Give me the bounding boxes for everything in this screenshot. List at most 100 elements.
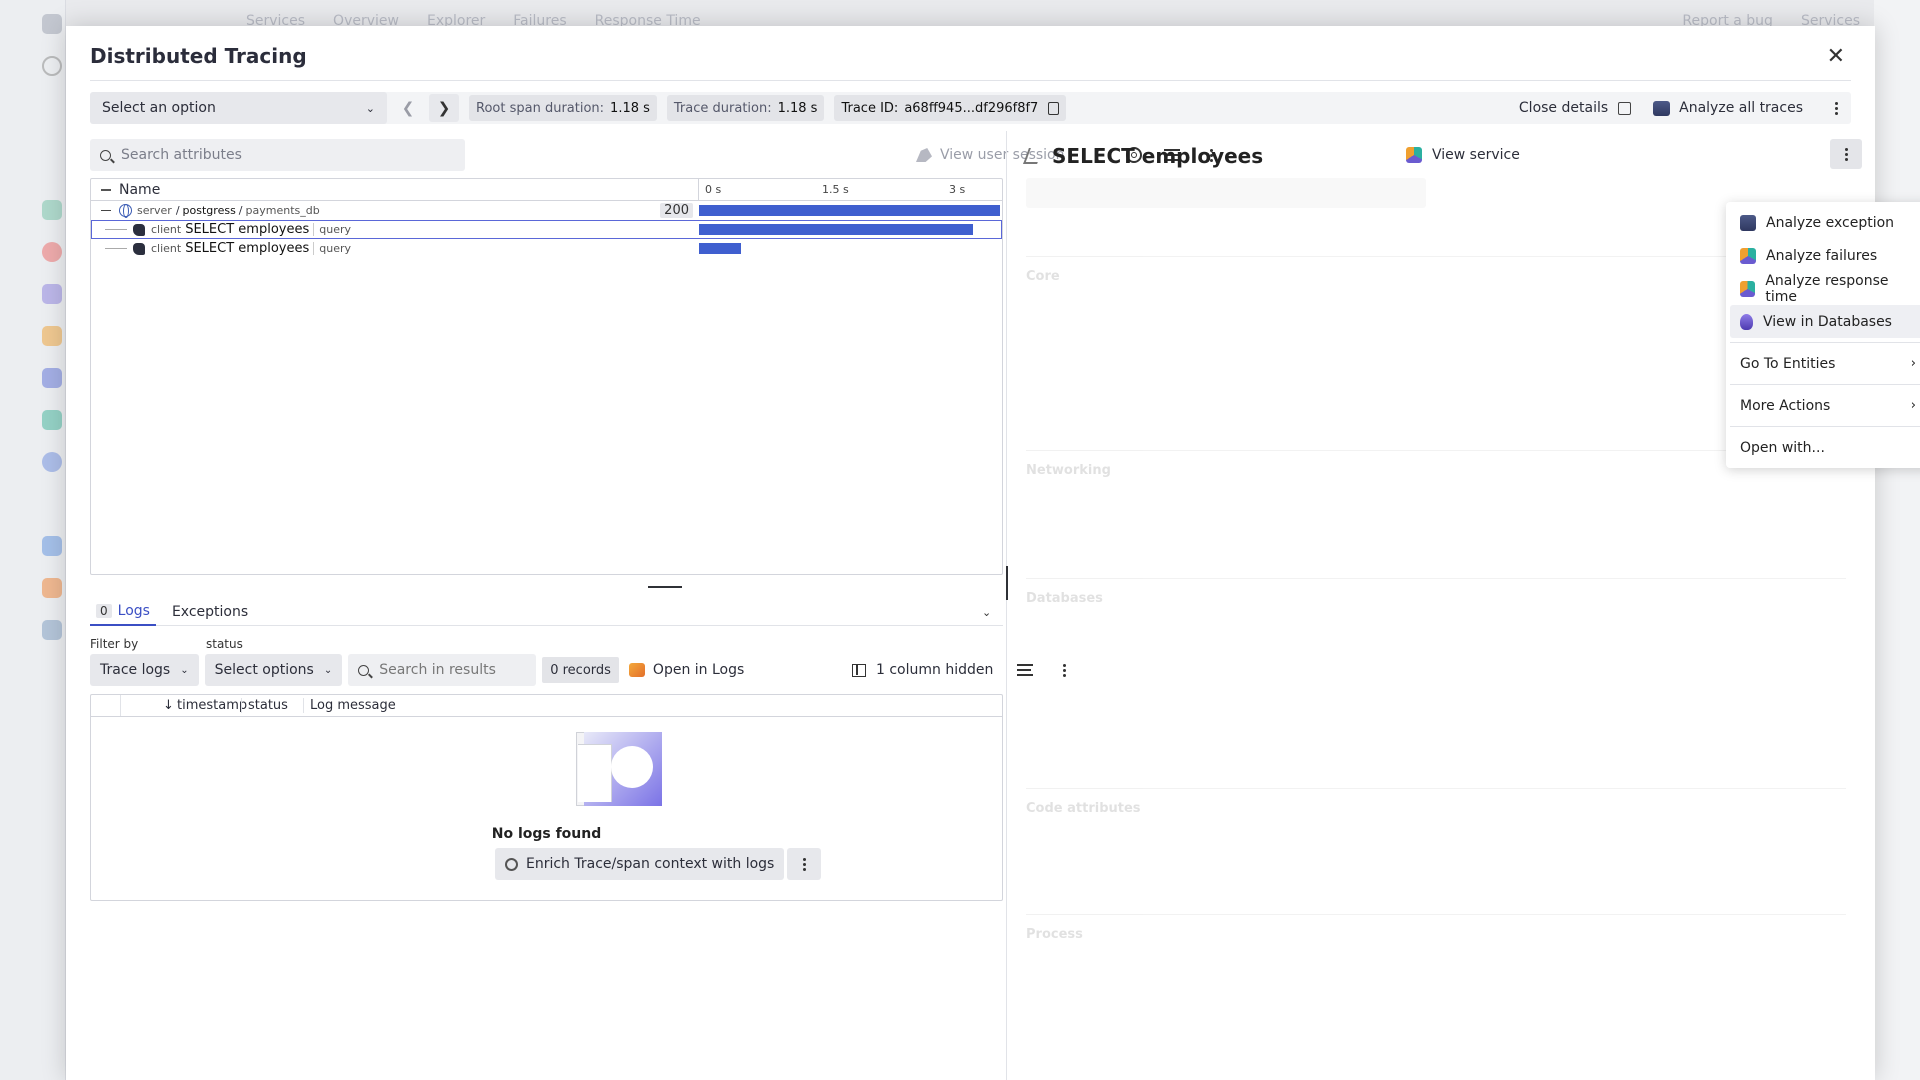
chevron-right-icon: ❯: [437, 99, 451, 117]
enrich-actions: Enrich Trace/span context with logs: [495, 848, 822, 880]
collapse-all-icon[interactable]: [101, 188, 111, 191]
columns-icon: [852, 663, 866, 677]
service-icon: [1740, 280, 1756, 297]
span-kind: server: [137, 204, 172, 217]
table-row[interactable]: client SELECT employees query: [91, 220, 1002, 239]
app-icon: [42, 452, 62, 472]
sort-icon[interactable]: ↓: [163, 698, 174, 713]
collapse-icon[interactable]: [101, 209, 111, 212]
chevron-down-icon: ⌄: [180, 664, 189, 676]
status-column-header[interactable]: status: [241, 698, 288, 713]
collapse-logs-icon[interactable]: ⌄: [982, 606, 991, 619]
log-message-column-header[interactable]: Log message: [303, 698, 396, 713]
app-icon: [42, 536, 62, 556]
menu-item-view-in-databases[interactable]: View in Databases: [1730, 305, 1920, 338]
toolbar-more-icon[interactable]: [1827, 101, 1845, 115]
trace-logs-dropdown[interactable]: Trace logs ⌄: [90, 654, 199, 686]
analyze-all-traces-button[interactable]: Analyze all traces: [1653, 100, 1803, 116]
details-search-input[interactable]: [1026, 178, 1426, 208]
close-icon[interactable]: ✕: [1827, 44, 1845, 69]
vertical-resize-handle[interactable]: [1006, 566, 1008, 600]
menu-item-label: Go To Entities: [1740, 355, 1836, 372]
problems-icon: [42, 242, 62, 262]
tab-exceptions-label: Exceptions: [171, 603, 249, 620]
view-service-label: View service: [1432, 147, 1520, 163]
chevron-right-icon: ›: [1910, 398, 1916, 413]
tree-connector: [105, 229, 127, 230]
enrich-button[interactable]: Enrich Trace/span context with logs: [495, 848, 785, 880]
app-sidebar: [0, 0, 66, 1080]
menu-item-analyze-response-time[interactable]: Analyze response time: [1730, 272, 1920, 305]
enrich-more-button[interactable]: [787, 848, 822, 880]
close-details-button[interactable]: Close details: [1519, 100, 1632, 116]
trace-duration: Trace duration: 1.18 s: [666, 95, 825, 121]
services-icon: [42, 410, 62, 430]
settings-icon: [505, 857, 518, 871]
database-icon: [1740, 313, 1753, 330]
section-core[interactable]: Core: [1026, 256, 1846, 284]
root-span-label: Root span duration:: [476, 100, 605, 116]
name-column-header[interactable]: Name: [91, 179, 699, 200]
app-icon: [42, 578, 62, 598]
previous-trace-button[interactable]: ❮: [393, 94, 423, 122]
chevron-down-icon: ⌄: [365, 101, 375, 115]
logs-app-icon: [628, 663, 645, 677]
section-process[interactable]: Process: [1026, 914, 1846, 942]
details-more-button[interactable]: [1830, 139, 1862, 169]
search-attributes-input[interactable]: Search attributes: [90, 139, 465, 171]
app-icon: [42, 368, 62, 388]
menu-item-analyze-exception[interactable]: Analyze exception: [1730, 206, 1920, 239]
search-results-placeholder: Search in results: [379, 662, 496, 678]
vertical-divider: [1006, 131, 1007, 1080]
span-bar: [699, 243, 741, 254]
log-filters: Trace logs ⌄ Select options ⌄ Search in …: [90, 654, 744, 686]
timestamp-column-header[interactable]: timestamp: [177, 698, 247, 713]
horizontal-resize-handle[interactable]: [648, 586, 682, 588]
open-in-logs-button[interactable]: Open in Logs: [628, 662, 744, 678]
menu-item-analyze-failures[interactable]: Analyze failures: [1730, 239, 1920, 272]
menu-item-more-actions[interactable]: More Actions ›: [1730, 389, 1920, 422]
trace-duration-value: 1.18 s: [777, 100, 818, 116]
records-count: 0 records: [542, 657, 619, 683]
trace-waterfall-table: Name 0 s 1.5 s 3 s server / postgress / …: [90, 178, 1003, 575]
tab-logs[interactable]: 0 Logs: [90, 598, 156, 626]
search-placeholder: Search attributes: [121, 147, 242, 163]
table-row[interactable]: server / postgress / payments_db 200: [91, 201, 1002, 220]
postgres-icon: [133, 242, 145, 255]
menu-item-label: View in Databases: [1763, 313, 1892, 330]
menu-item-label: More Actions: [1740, 397, 1831, 414]
span-details-title-text: SELECT employees: [1052, 144, 1264, 168]
menu-item-open-with[interactable]: Open with...: [1730, 431, 1920, 464]
more-icon: [1837, 147, 1855, 161]
column-hidden-label: 1 column hidden: [876, 662, 994, 678]
trace-duration-label: Trace duration:: [673, 100, 772, 116]
chevron-left-icon: ❮: [401, 99, 415, 117]
service-icon: [1740, 247, 1756, 264]
span-details-panel: Core Networking Databases Code attribute…: [1026, 178, 1846, 1078]
logs-count: 0: [96, 603, 112, 618]
app-icon: [42, 200, 62, 220]
globe-icon: [119, 204, 132, 218]
empty-state-illustration: [576, 732, 676, 812]
status-badge: 200: [660, 203, 693, 218]
filter-by-label: Filter by: [90, 637, 139, 651]
section-databases[interactable]: Databases: [1026, 578, 1846, 606]
copy-icon[interactable]: [1048, 101, 1060, 115]
section-networking[interactable]: Networking: [1026, 450, 1846, 478]
menu-item-label: Analyze exception: [1766, 214, 1895, 231]
app-icon: [42, 620, 62, 640]
search-results-input[interactable]: Search in results: [348, 654, 537, 686]
table-row[interactable]: client SELECT employees query: [91, 239, 1002, 258]
tab-exceptions[interactable]: Exceptions: [166, 598, 254, 626]
column-hidden-button[interactable]: 1 column hidden: [852, 662, 993, 678]
span-name: SELECT employees: [185, 241, 310, 256]
view-service-button[interactable]: View service: [1406, 140, 1520, 170]
menu-item-go-to-entities[interactable]: Go To Entities ›: [1730, 347, 1920, 380]
section-code-attributes[interactable]: Code attributes: [1026, 788, 1846, 816]
next-trace-button[interactable]: ❯: [429, 94, 459, 122]
trace-select[interactable]: Select an option ⌄: [90, 92, 387, 124]
search-icon: [42, 56, 62, 76]
trace-id-value: a68ff945...df296f8f7: [904, 100, 1039, 116]
distributed-tracing-modal: Distributed Tracing ✕ Select an option ⌄…: [66, 26, 1920, 1080]
status-dropdown[interactable]: Select options ⌄: [204, 654, 343, 686]
